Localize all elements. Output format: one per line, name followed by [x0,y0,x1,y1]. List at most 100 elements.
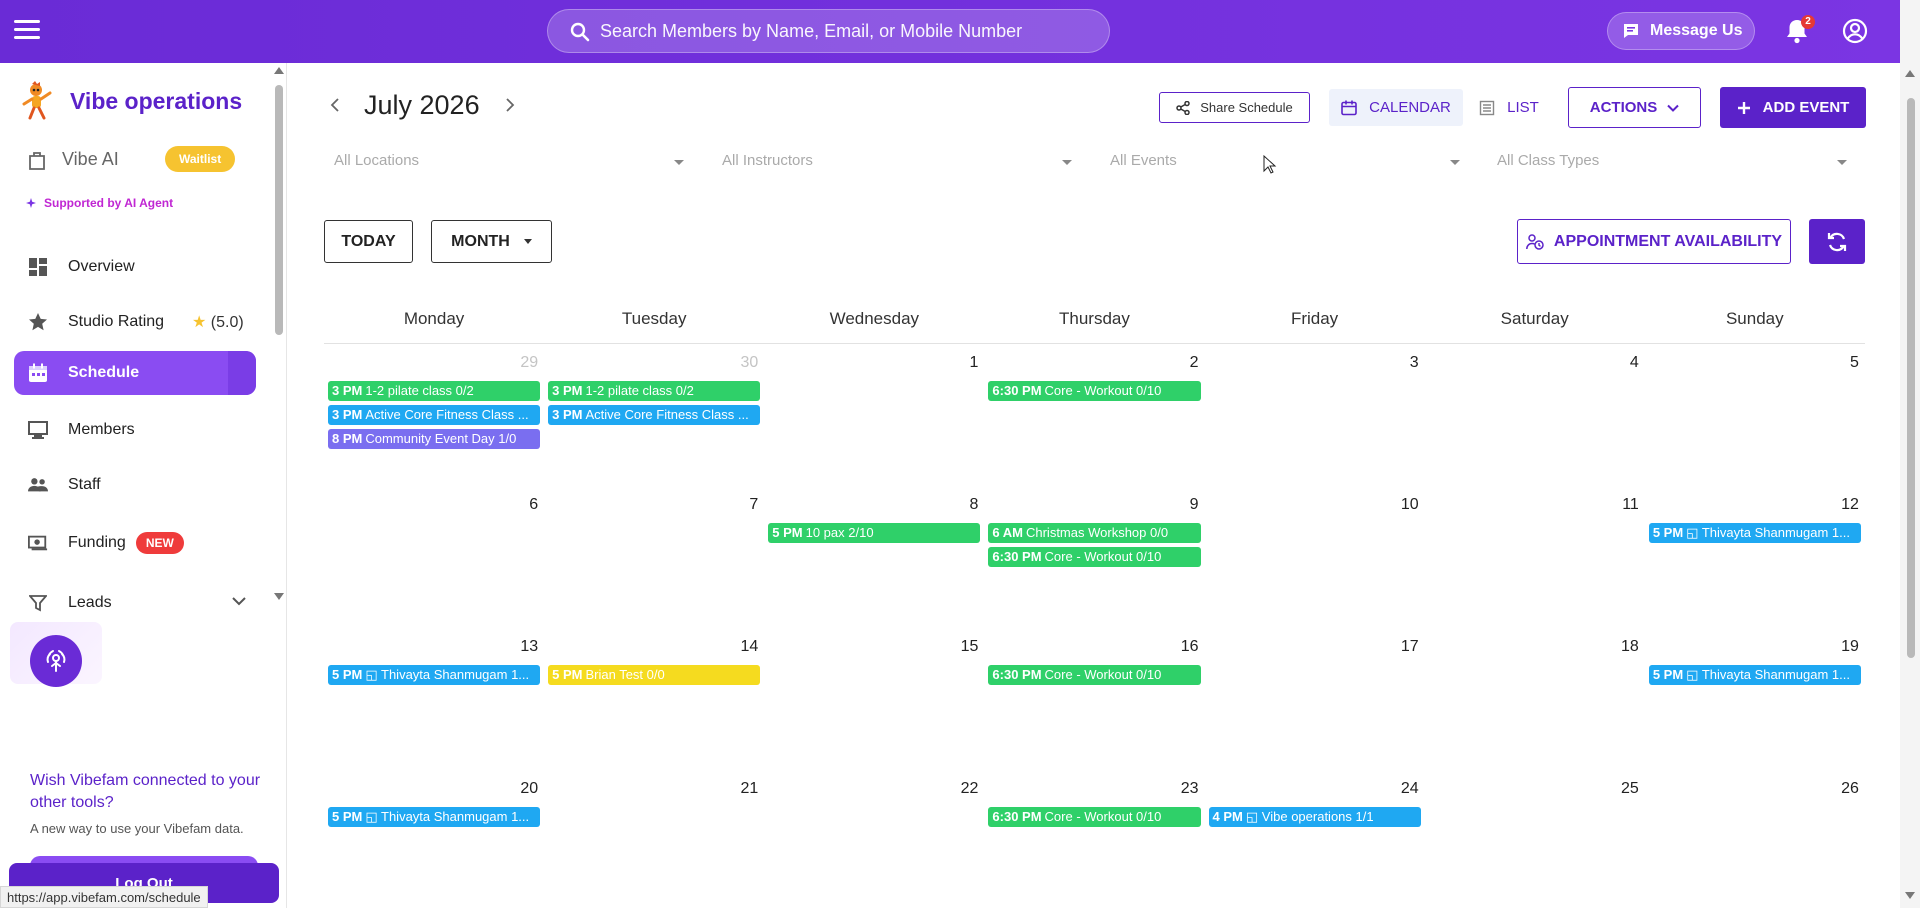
next-month-icon[interactable] [505,98,515,112]
calendar-day-cell[interactable]: 30 3 PM 1-2 pilate class 0/2 3 PM Active C… [544,344,764,486]
calendar-event[interactable]: 6:30 PM Core - Workout 0/10 [988,807,1201,827]
calendar-event[interactable]: 5 PM ◱ Thivayta Shanmugam 1... [1648,523,1861,543]
calendar-day-cell[interactable]: 26 [1645,770,1865,908]
today-button[interactable]: TODAY [324,220,413,263]
mascot-logo-icon [22,81,52,120]
calendar-day-cell[interactable]: 13 5 PM ◱ Thivayta Shanmugam 1... [324,628,544,770]
class-type-filter[interactable]: All Class Types [1497,152,1847,184]
search-input[interactable] [600,10,1100,52]
share-schedule-button[interactable]: Share Schedule [1159,92,1310,123]
message-us-button[interactable]: Message Us [1607,12,1755,50]
mouse-cursor-icon [1263,155,1277,174]
event-title: 1-2 pilate class 0/2 [365,383,474,398]
actions-dropdown[interactable]: ACTIONS [1568,87,1701,128]
appointment-availability-button[interactable]: APPOINTMENT AVAILABILITY [1517,219,1791,264]
calendar-event[interactable]: 5 PM 10 pax 2/10 [768,523,981,543]
event-time: 5 PM [332,809,363,824]
member-search[interactable] [547,9,1110,53]
calendar-day-cell[interactable]: 4 [1425,344,1645,486]
event-title: Thivayta Shanmugam 1... [1701,667,1850,682]
calendar-day-cell[interactable]: 2 6:30 PM Core - Workout 0/10 [984,344,1204,486]
day-number: 12 [1841,496,1859,513]
calendar-day-cell[interactable]: 16 6:30 PM Core - Workout 0/10 [984,628,1204,770]
calendar-day-cell[interactable]: 20 5 PM ◱ Thivayta Shanmugam 1... [324,770,544,908]
menu-icon[interactable] [14,20,40,42]
chevron-down-icon [1667,104,1679,112]
sidebar-item-members[interactable]: Members [14,408,256,452]
calendar-day-cell[interactable]: 24 4 PM ◱ Vibe operations 1/1 [1205,770,1425,908]
location-filter[interactable]: All Locations [334,152,684,184]
calendar-day-cell[interactable]: 18 [1425,628,1645,770]
calendar-day-cell[interactable]: 22 [764,770,984,908]
brand-name: Vibe operations [70,87,243,114]
month-calendar: Monday Tuesday Wednesday Thursday Friday… [324,300,1865,908]
instructor-filter[interactable]: All Instructors [722,152,1072,184]
calendar-event[interactable]: 6 AM Christmas Workshop 0/0 [988,523,1201,543]
calendar-day-cell[interactable]: 10 [1205,486,1425,628]
calendar-day-cell[interactable]: 12 5 PM ◱ Thivayta Shanmugam 1... [1645,486,1865,628]
vibe-ai-item[interactable]: Vibe AI Waitlist [28,146,236,172]
sidebar-item-funding[interactable]: Funding NEW [14,521,256,565]
calendar-week: 13 5 PM ◱ Thivayta Shanmugam 1... 14 5 PM… [324,628,1865,770]
new-badge: NEW [135,532,184,554]
weekday-label: Saturday [1500,309,1569,328]
account-button[interactable] [1842,18,1868,44]
calendar-day-cell[interactable]: 7 [544,486,764,628]
view-mode-dropdown[interactable]: MONTH [431,220,552,263]
page-scrollbar[interactable] [1900,0,1920,908]
calendar-day-cell[interactable]: 3 [1205,344,1425,486]
calendar-event[interactable]: 3 PM Active Core Fitness Class ... [328,405,541,425]
calendar-day-cell[interactable]: 14 5 PM Brian Test 0/0 [544,628,764,770]
calendar-event[interactable]: 5 PM ◱ Thivayta Shanmugam 1... [328,665,541,685]
event-filter[interactable]: All Events [1110,152,1460,184]
list-view-button[interactable]: LIST [1472,89,1546,126]
add-event-button[interactable]: ADD EVENT [1720,87,1866,128]
sidebar-item-leads[interactable]: Leads [14,581,256,625]
sparkle-icon [26,198,36,208]
calendar-view-button[interactable]: CALENDAR [1329,89,1463,126]
sidebar-item-schedule[interactable]: Schedule [14,351,256,395]
sidebar-item-studio-rating[interactable]: Studio Rating ★ (5.0) [14,300,256,344]
calendar-week: 20 5 PM ◱ Thivayta Shanmugam 1... 21 22 2… [324,770,1865,908]
calendar-event[interactable]: 6:30 PM Core - Workout 0/10 [988,547,1201,567]
calendar-event[interactable]: 5 PM Brian Test 0/0 [548,665,761,685]
sidebar-item-staff[interactable]: Staff [14,463,256,507]
event-time: 6:30 PM [992,667,1042,682]
calendar-day-cell[interactable]: 25 [1425,770,1645,908]
notifications-button[interactable]: 2 [1784,15,1815,45]
calendar-day-cell[interactable]: 19 5 PM ◱ Thivayta Shanmugam 1... [1645,628,1865,770]
brand[interactable]: Vibe operations [20,81,242,121]
calendar-event[interactable]: 6:30 PM Core - Workout 0/10 [988,381,1201,401]
day-number: 6 [529,496,539,513]
filter-icon [28,593,48,613]
calendar-event[interactable]: 3 PM 1-2 pilate class 0/2 [548,381,761,401]
calendar-day-cell[interactable]: 6 [324,486,544,628]
calendar-day-cell[interactable]: 15 [764,628,984,770]
status-url: https://app.vibefam.com/schedule [0,886,208,908]
calendar-event[interactable]: 6:30 PM Core - Workout 0/10 [988,665,1201,685]
event-title: Core - Workout 0/10 [1044,809,1162,824]
calendar-event[interactable]: 5 PM ◱ Thivayta Shanmugam 1... [328,807,541,827]
calendar-event[interactable]: 5 PM ◱ Thivayta Shanmugam 1... [1648,665,1861,685]
calendar-day-cell[interactable]: 8 5 PM 10 pax 2/10 [764,486,984,628]
sidebar-item-overview[interactable]: Overview [14,245,256,289]
calendar-event[interactable]: 8 PM Community Event Day 1/0 [328,429,541,449]
calendar-day-cell[interactable]: 17 [1205,628,1425,770]
refresh-button[interactable] [1809,219,1865,264]
calendar-day-cell[interactable]: 21 [544,770,764,908]
previous-month-icon[interactable] [330,98,340,112]
calendar-day-cell[interactable]: 23 6:30 PM Core - Workout 0/10 [984,770,1204,908]
calendar-event[interactable]: 3 PM Active Core Fitness Class ... [548,405,761,425]
calendar-day-cell[interactable]: 1 [764,344,984,486]
calendar-day-cell[interactable]: 11 [1425,486,1645,628]
calendar-day-cell[interactable]: 5 [1645,344,1865,486]
sidebar-scrollbar[interactable] [272,63,286,603]
calendar-day-cell[interactable]: 29 3 PM 1-2 pilate class 0/2 3 PM Active C… [324,344,544,486]
calendar-day-cell[interactable]: 9 6 AM Christmas Workshop 0/0 6:30 PM Core… [984,486,1204,628]
rating-star-icon: ★ [192,314,207,331]
calendar-event[interactable]: 4 PM ◱ Vibe operations 1/1 [1208,807,1421,827]
calendar-event[interactable]: 3 PM 1-2 pilate class 0/2 [328,381,541,401]
event-time: 8 PM [332,431,363,446]
monitor-icon [28,420,48,440]
add-event-label: ADD EVENT [1762,99,1850,116]
